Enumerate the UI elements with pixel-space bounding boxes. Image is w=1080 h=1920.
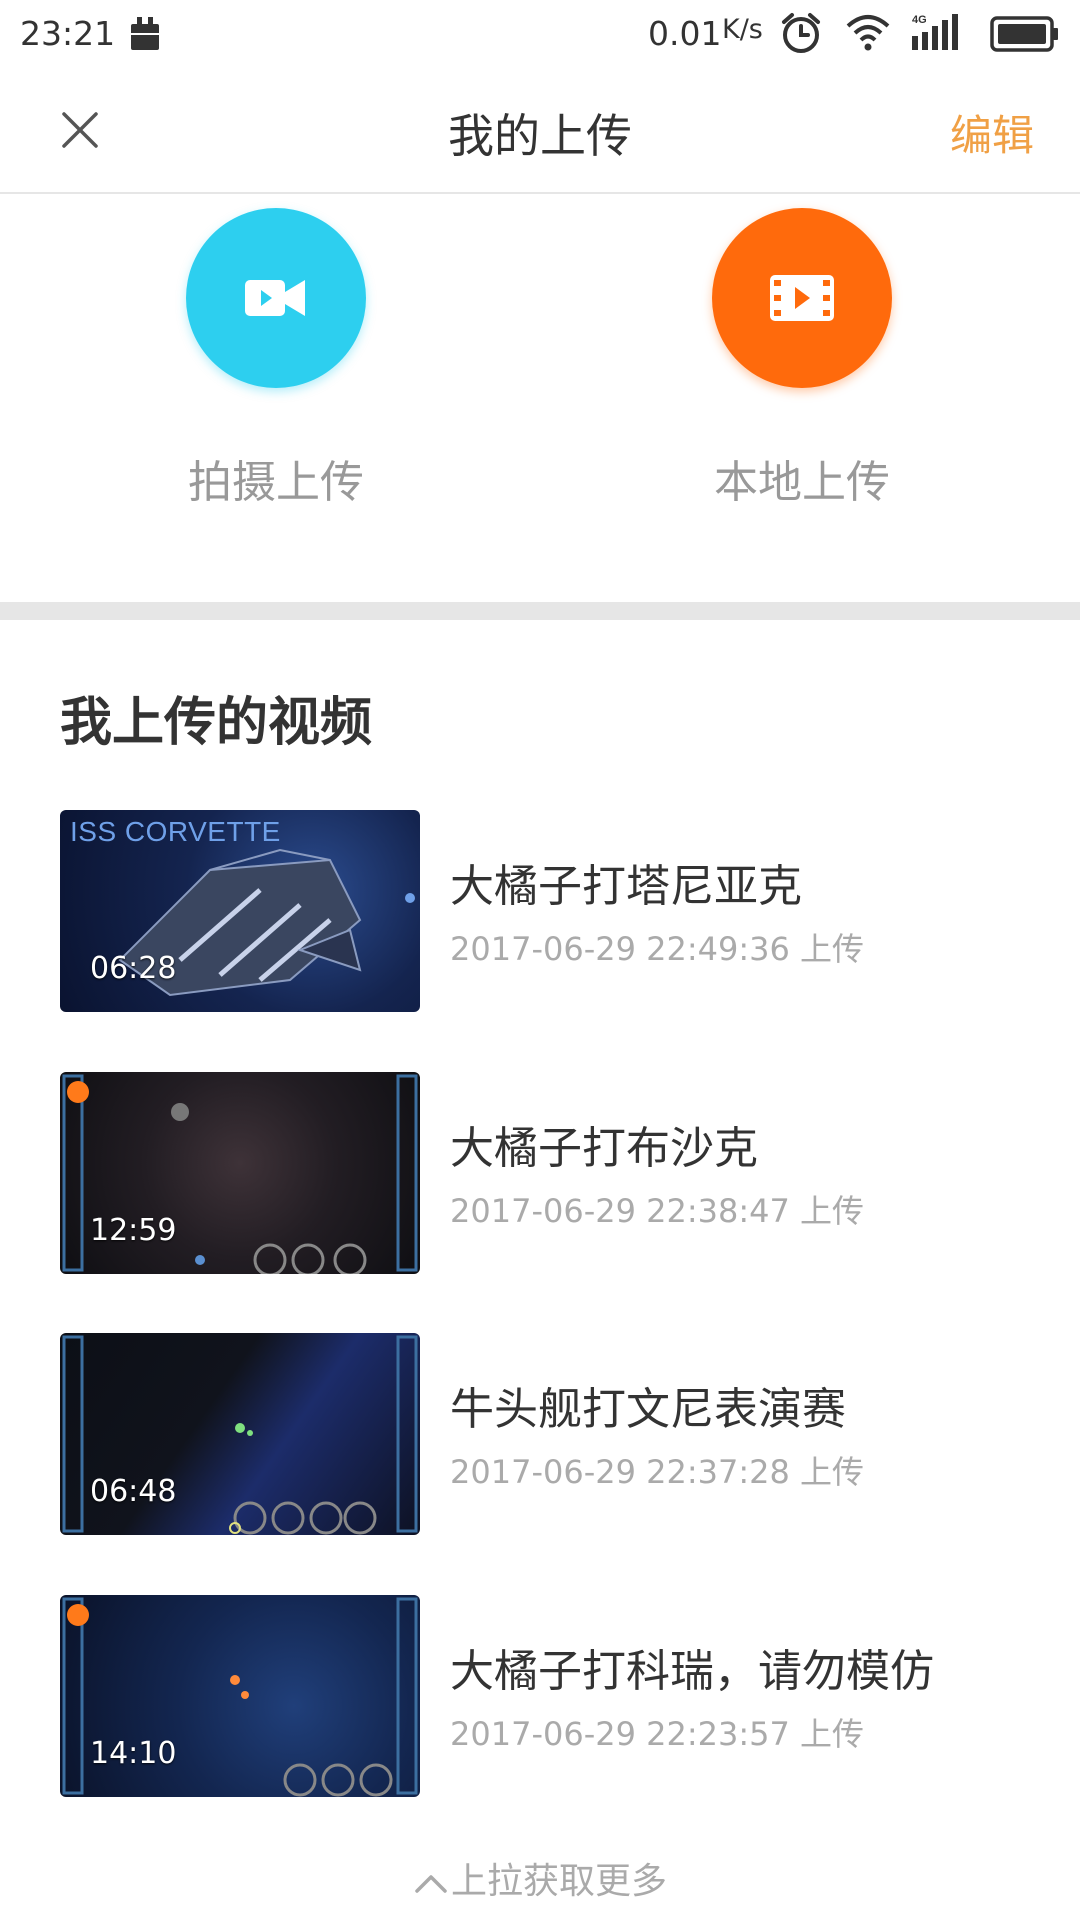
video-item[interactable]: 06:48 牛头舰打文尼表演赛 2017-06-29 22:37:28 上传: [0, 1333, 1080, 1535]
notification-icon: [131, 17, 159, 50]
video-duration: 12:59: [90, 1213, 177, 1248]
upload-options: 拍摄上传 本地上传: [0, 196, 1080, 596]
video-upload-time: 2017-06-29 22:38:47 上传: [450, 1192, 865, 1230]
video-item[interactable]: 12:59 大橘子打布沙克 2017-06-29 22:38:47 上传: [0, 1072, 1080, 1274]
video-title[interactable]: 牛头舰打文尼表演赛: [450, 1373, 846, 1437]
section-title: 我上传的视频: [60, 693, 373, 753]
video-thumbnail[interactable]: 12:59: [60, 1072, 420, 1274]
shoot-upload-button[interactable]: 拍摄上传: [186, 208, 366, 510]
video-item[interactable]: 14:10 大橘子打科瑞，请勿模仿 2017-06-29 22:23:57 上传: [0, 1595, 1080, 1797]
net-speed: 0.01: [648, 14, 722, 53]
video-thumbnail[interactable]: 14:10: [60, 1595, 420, 1797]
shoot-upload-label: 拍摄上传: [188, 457, 364, 508]
load-more-hint[interactable]: 上拉获取更多: [0, 1852, 1080, 1904]
local-upload-circle[interactable]: [712, 208, 892, 388]
video-duration: 14:10: [90, 1736, 177, 1771]
signal-icon: 4G: [912, 14, 958, 50]
video-duration: 06:28: [90, 951, 177, 986]
alarm-icon: [782, 13, 820, 53]
video-upload-time: 2017-06-29 22:49:36 上传: [450, 930, 865, 968]
video-camera-icon: [245, 280, 305, 316]
page-title: 我的上传: [448, 109, 632, 163]
wifi-icon: [846, 15, 890, 51]
thumbnail-caption: ISS CORVETTE: [70, 816, 281, 847]
chevron-up-icon: [415, 1875, 447, 1893]
svg-text:4G: 4G: [912, 14, 927, 26]
video-title[interactable]: 大橘子打塔尼亚克: [450, 850, 802, 914]
status-time: 23:21: [20, 14, 116, 53]
net-speed-unit: K/s: [722, 14, 763, 45]
top-bar: 我的上传 编辑: [0, 70, 1080, 194]
video-thumbnail[interactable]: ISS CORVETTE 06:28: [60, 810, 420, 1012]
film-icon: [770, 275, 834, 321]
status-bar: 23:21 0.01 K/s 4G: [0, 0, 1080, 70]
local-upload-button[interactable]: 本地上传: [712, 208, 892, 510]
video-thumbnail[interactable]: 06:48: [60, 1333, 420, 1535]
section-divider: [0, 602, 1080, 620]
video-item[interactable]: ISS CORVETTE 06:28 大橘子打塔尼亚克 2017-06-29 2…: [0, 810, 1080, 1012]
video-title[interactable]: 大橘子打科瑞，请勿模仿: [450, 1635, 934, 1699]
video-upload-time: 2017-06-29 22:37:28 上传: [450, 1453, 865, 1491]
edit-button[interactable]: 编辑: [950, 102, 1034, 163]
battery-icon: [990, 16, 1058, 52]
video-duration: 06:48: [90, 1474, 177, 1509]
load-more-label: 上拉获取更多: [450, 1861, 667, 1902]
shoot-upload-circle[interactable]: [186, 208, 366, 388]
video-title[interactable]: 大橘子打布沙克: [450, 1112, 758, 1176]
video-upload-time: 2017-06-29 22:23:57 上传: [450, 1715, 865, 1753]
local-upload-label: 本地上传: [714, 457, 890, 508]
